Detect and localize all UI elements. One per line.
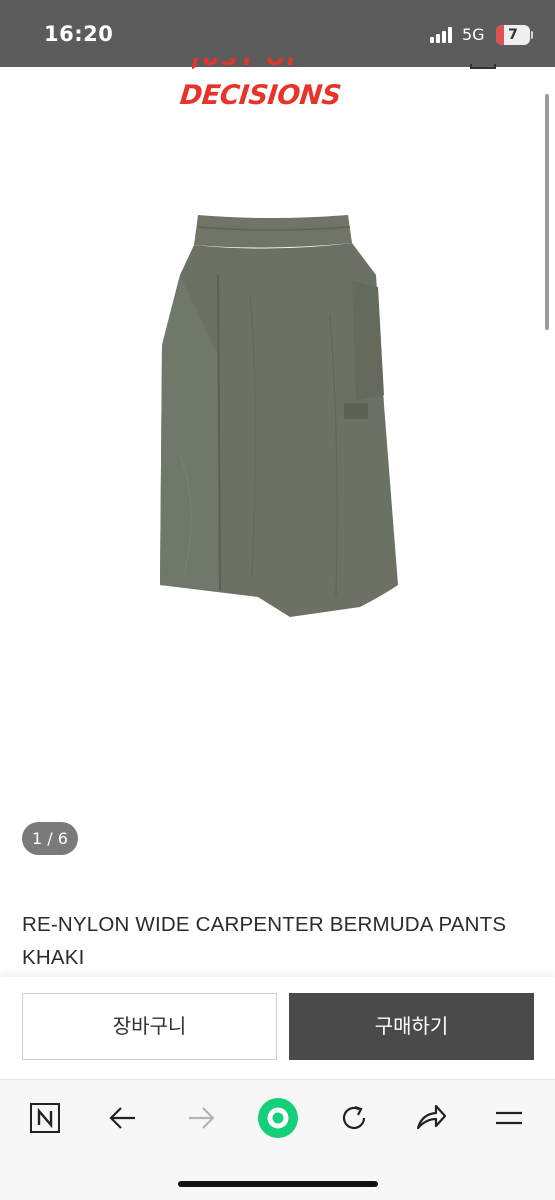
green-dot-icon[interactable] [256,1096,300,1140]
add-to-cart-button[interactable]: 장바구니 [22,993,277,1060]
image-page-counter: 1 / 6 [22,822,78,855]
share-icon[interactable] [411,1098,451,1138]
home-indicator[interactable] [178,1181,378,1187]
signal-icon [430,27,456,43]
forward-arrow-icon[interactable] [181,1098,221,1138]
menu-icon[interactable] [489,1098,529,1138]
purchase-bar: 장바구니 구매하기 [0,977,555,1079]
product-title-line2: KHAKI [22,946,85,969]
product-image[interactable] [140,205,420,625]
buy-now-button[interactable]: 구매하기 [289,993,534,1060]
product-title: RE-NYLON WIDE CARPENTER BERMUDA PANTS KH… [22,908,542,974]
header-menu-icon[interactable] [470,64,496,69]
brand-logo[interactable]: DECISIONS [178,80,342,111]
naver-n-icon[interactable] [25,1098,65,1138]
battery-icon: 7 [496,25,530,45]
scrollbar[interactable] [545,94,549,330]
back-arrow-icon[interactable] [103,1098,143,1138]
brand-logo-top: JUST OF [192,58,352,70]
product-title-line1: RE-NYLON WIDE CARPENTER BERMUDA PANTS [22,913,507,936]
reload-icon[interactable] [334,1098,374,1138]
status-time: 16:20 [44,22,114,46]
network-type: 5G [462,25,485,44]
battery-tip [531,31,533,39]
status-bar: 16:20 5G 7 [0,0,555,67]
battery-level-text: 7 [508,27,518,43]
khaki-bermuda-pants-image [160,215,398,617]
